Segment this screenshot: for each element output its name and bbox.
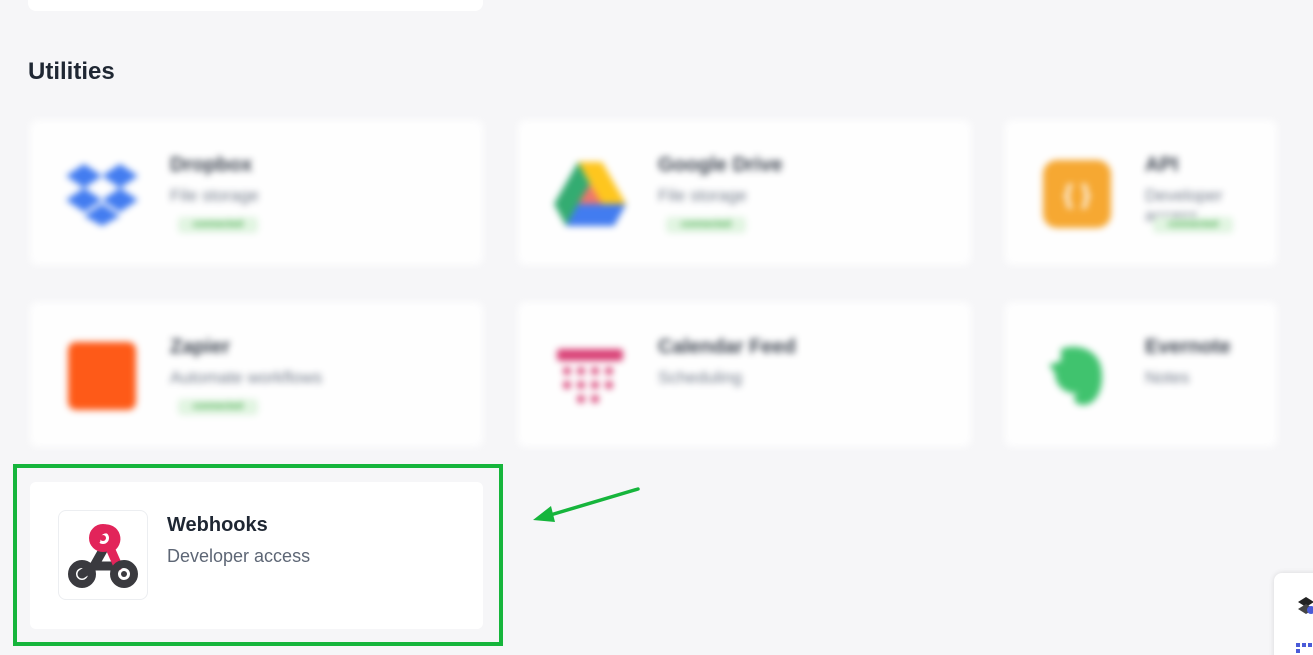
integrations-page: Utilities Dropbox File storage connected <box>0 0 1313 655</box>
integration-card-google-drive[interactable]: Google Drive File storage connected <box>518 120 971 265</box>
calendar-icon <box>554 340 626 412</box>
integration-name: Google Drive <box>658 154 783 176</box>
integration-category: Notes <box>1145 368 1190 387</box>
integration-name: Evernote <box>1145 336 1231 358</box>
zapier-icon <box>66 340 138 412</box>
webhooks-name: Webhooks <box>167 514 268 536</box>
integration-card-calendar-feed[interactable]: Calendar Feed Scheduling <box>518 302 971 447</box>
annotation-arrow-icon <box>533 487 640 522</box>
integration-card-zapier[interactable]: Zapier Automate workflows connected <box>30 302 483 447</box>
integration-card-webhooks[interactable]: Webhooks Developer access <box>30 482 483 629</box>
section-title: Utilities <box>28 58 115 85</box>
integration-card-evernote[interactable]: Evernote Notes <box>1005 302 1277 447</box>
integration-category: File storage <box>658 186 747 205</box>
integration-category: Automate workflows <box>170 368 323 387</box>
integration-card-api[interactable]: { } API Developer access connected <box>1005 120 1277 265</box>
integration-name: Zapier <box>170 336 231 358</box>
evernote-icon <box>1041 340 1113 412</box>
status-badge: connected <box>178 217 258 233</box>
status-badge: connected <box>666 217 746 233</box>
dropbox-icon <box>66 158 138 230</box>
webhooks-category: Developer access <box>167 546 311 566</box>
status-badge: connected <box>1153 217 1233 233</box>
side-widget[interactable] <box>1274 573 1313 655</box>
api-icon: { } <box>1041 158 1113 230</box>
integration-name: Calendar Feed <box>658 336 796 358</box>
grid-icon <box>1296 643 1312 653</box>
integration-name: API <box>1145 154 1179 176</box>
stack-icon <box>1298 597 1313 614</box>
previous-card <box>28 0 483 11</box>
integration-category: Scheduling <box>658 368 743 387</box>
webhooks-icon <box>58 510 148 600</box>
integration-category: File storage <box>170 186 259 205</box>
integration-card-dropbox[interactable]: Dropbox File storage connected <box>30 120 483 265</box>
status-badge: connected <box>178 399 258 415</box>
integration-name: Dropbox <box>170 154 253 176</box>
google-drive-icon <box>554 158 626 230</box>
